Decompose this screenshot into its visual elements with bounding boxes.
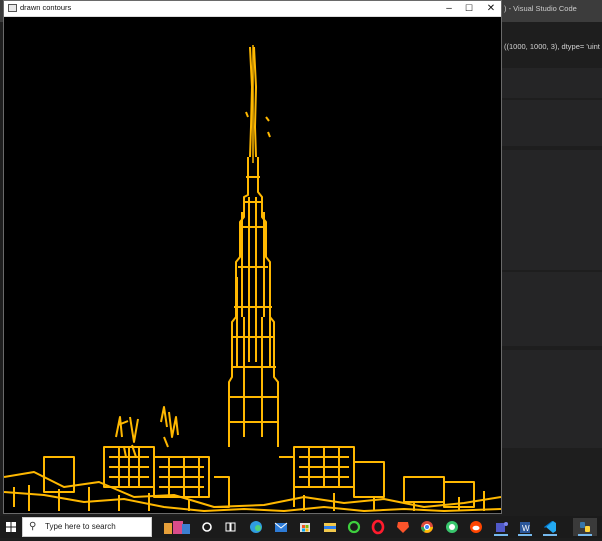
news-widget-icon[interactable]: [160, 518, 194, 536]
store-icon[interactable]: [295, 518, 315, 536]
python-icon[interactable]: [573, 518, 597, 536]
output-panel: [502, 150, 602, 270]
active-indicator: [543, 534, 557, 536]
edge-icon[interactable]: [246, 518, 266, 536]
active-indicator: [518, 534, 532, 536]
active-indicator: [494, 534, 508, 536]
output-panel: [502, 272, 602, 346]
output-panel: [502, 68, 602, 98]
task-view-icon[interactable]: [220, 518, 240, 536]
reddit-icon[interactable]: [466, 518, 486, 536]
contour-drawing: [4, 45, 501, 512]
cortana-icon[interactable]: [197, 518, 217, 536]
output-panel: [502, 350, 602, 448]
maximize-button[interactable]: ☐: [457, 1, 481, 16]
vscode-icon[interactable]: [540, 518, 560, 536]
teams-icon[interactable]: [491, 518, 511, 536]
mail-icon[interactable]: [271, 518, 291, 536]
whatsapp-icon[interactable]: [442, 518, 462, 536]
chrome-icon[interactable]: [417, 518, 437, 536]
svg-text:W: W: [522, 524, 530, 533]
word-icon[interactable]: W: [515, 518, 535, 536]
taskbar-search-box[interactable]: ⚲ Type here to search: [22, 517, 152, 537]
window-titlebar[interactable]: drawn contours – ☐ ✕: [4, 1, 501, 17]
files-icon[interactable]: [320, 518, 340, 536]
search-placeholder: Type here to search: [45, 522, 116, 531]
output-panel: [502, 100, 602, 146]
taskbar: ⚲ Type here to search W: [0, 516, 602, 538]
vscode-title: ) - Visual Studio Code: [504, 4, 577, 13]
circle-app-icon[interactable]: [344, 518, 364, 536]
window-title: drawn contours: [20, 3, 72, 12]
active-indicator: [578, 534, 592, 536]
brave-icon[interactable]: [393, 518, 413, 536]
window-app-icon: [8, 4, 17, 12]
windows-start-icon[interactable]: [6, 522, 16, 532]
drawn-contours-window[interactable]: drawn contours – ☐ ✕: [3, 0, 502, 514]
search-icon: ⚲: [29, 521, 37, 532]
opera-icon[interactable]: [368, 518, 388, 536]
code-line[interactable]: ((1000, 1000, 3), dtype= 'uint: [504, 42, 600, 51]
contour-image: [4, 17, 501, 513]
close-button[interactable]: ✕: [479, 1, 503, 16]
